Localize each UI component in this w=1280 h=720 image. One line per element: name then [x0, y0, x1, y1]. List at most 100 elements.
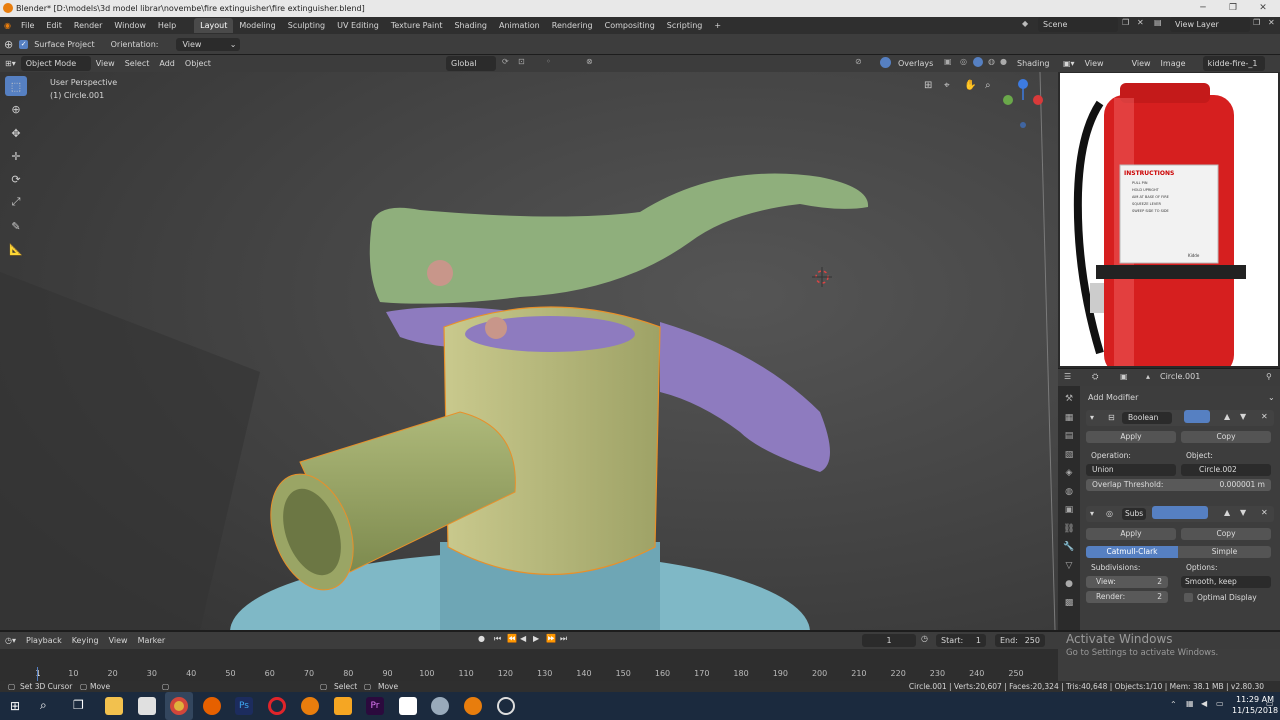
menu-render[interactable]: Render [68, 17, 108, 34]
timeline-menu-view[interactable]: View [104, 633, 133, 648]
timeline-menu-playback[interactable]: Playback [21, 633, 67, 648]
timeline-editor-icon[interactable]: ◷▾ [0, 633, 21, 648]
modifier-visibility-icons[interactable] [1184, 410, 1210, 423]
task-view-icon[interactable]: ❐ [73, 698, 84, 712]
new-view-layer-icon[interactable]: ❐ [1253, 18, 1260, 27]
orientation-dropdown[interactable]: View ⌄ [176, 37, 241, 51]
wireframe-shading-icon[interactable]: ◎ [960, 57, 967, 66]
pan-hand-icon[interactable]: ✋ [964, 80, 976, 91]
annotate-tool-icon[interactable]: ✎ [5, 216, 27, 236]
pivot-icon[interactable]: ⟳ [502, 57, 509, 66]
tab-tool-icon[interactable]: ⚒ [1058, 390, 1080, 409]
cursor-tool-icon[interactable]: ⊕ [5, 99, 27, 119]
tab-view-layer-icon[interactable]: ▧ [1058, 446, 1080, 465]
tab-scene-icon[interactable]: ◈ [1058, 464, 1080, 483]
subsurf-copy-button[interactable]: Copy [1181, 528, 1271, 540]
start-frame-field[interactable]: Start: 1 [936, 634, 986, 647]
scene-selector[interactable]: Scene [1038, 17, 1118, 32]
image-editor-type-icon[interactable]: ▣▾ [1058, 56, 1080, 71]
next-keyframe-icon[interactable]: ⏩ [546, 634, 556, 643]
collapse-icon[interactable]: ▾ [1090, 509, 1094, 518]
jump-start-icon[interactable]: ⏮ [494, 634, 501, 644]
maximize-button[interactable]: ❐ [1218, 0, 1248, 17]
mode-dropdown[interactable]: Object Mode [20, 56, 91, 71]
surface-project-checkbox[interactable]: ✓ [19, 39, 29, 49]
tab-animation[interactable]: Animation [493, 18, 546, 33]
3d-viewport[interactable]: User Perspective (1) Circle.001 ⊞ ⌖ ✋ ⌕ [0, 72, 1058, 630]
settings-app-icon[interactable] [431, 697, 449, 715]
xray-icon[interactable]: ▣ [944, 57, 952, 66]
store-icon[interactable] [138, 697, 156, 715]
windows-start-icon[interactable]: ⊞ [10, 699, 20, 713]
opera-icon[interactable] [268, 697, 286, 715]
solid-shading-icon[interactable] [973, 57, 983, 67]
document-icon[interactable] [399, 697, 417, 715]
add-modifier-dropdown[interactable]: Add Modifier [1088, 393, 1138, 402]
transform-orientation-dropdown[interactable]: Global [446, 56, 496, 71]
image-menu-view-2[interactable]: View [1127, 56, 1156, 71]
tab-output-icon[interactable]: ▤ [1058, 427, 1080, 446]
delete-view-layer-icon[interactable]: ✕ [1268, 18, 1275, 27]
viewport-menu-add[interactable]: Add [154, 56, 180, 71]
tab-texture-paint[interactable]: Texture Paint [385, 18, 449, 33]
persp-toggle-icon[interactable]: ⌖ [944, 80, 950, 91]
photoshop-icon[interactable]: Ps [235, 697, 253, 715]
uv-smooth-dropdown[interactable]: Smooth, keep corners [1181, 576, 1271, 588]
zoom-icon[interactable]: ⌕ [985, 80, 991, 91]
subsurf-apply-button[interactable]: Apply [1086, 528, 1176, 540]
tab-object-icon[interactable]: ▣ [1058, 501, 1080, 520]
record-icon[interactable]: ● [478, 634, 485, 643]
jump-end-icon[interactable]: ⏭ [560, 634, 567, 644]
add-workspace-button[interactable]: + [708, 18, 727, 33]
tab-material-icon[interactable]: ● [1058, 575, 1080, 594]
camera-view-icon[interactable]: ⊞ [924, 80, 932, 91]
rotate-tool-icon[interactable]: ⟳ [5, 169, 27, 189]
tray-chevron-icon[interactable]: ⌃ [1170, 700, 1177, 709]
measure-tool-icon[interactable]: 📐 [5, 239, 27, 259]
tab-scripting[interactable]: Scripting [661, 18, 709, 33]
boolean-apply-button[interactable]: Apply [1086, 431, 1176, 443]
optimal-display-checkbox[interactable] [1184, 593, 1193, 602]
tab-uv-editing[interactable]: UV Editing [331, 18, 385, 33]
minimize-button[interactable]: ─ [1188, 0, 1218, 17]
collapse-icon[interactable]: ▾ [1090, 413, 1094, 422]
modifier-visibility-icons[interactable] [1152, 506, 1208, 519]
new-scene-icon[interactable]: ❐ [1122, 18, 1129, 27]
file-explorer-icon[interactable] [105, 697, 123, 715]
remove-modifier-icon[interactable]: ✕ [1261, 508, 1268, 517]
render-levels-field[interactable]: Render: 2 [1086, 591, 1168, 603]
blender-icon-2[interactable] [464, 697, 482, 715]
visibility-icon[interactable]: ⊘ [855, 57, 862, 66]
delete-scene-icon[interactable]: ✕ [1137, 18, 1144, 27]
close-button[interactable]: ✕ [1248, 0, 1278, 17]
tab-texture-icon[interactable]: ▩ [1058, 594, 1080, 613]
tab-world-icon[interactable]: ◍ [1058, 483, 1080, 502]
network-icon[interactable]: ▦ [1186, 699, 1194, 708]
obs-icon[interactable] [497, 697, 515, 715]
prev-keyframe-icon[interactable]: ⏪ [507, 634, 517, 643]
view-levels-field[interactable]: View: 2 [1086, 576, 1168, 588]
transform-tool-icon[interactable]: ✥ [5, 123, 27, 143]
current-frame-field[interactable]: 1 [862, 634, 916, 647]
menu-file[interactable]: File [15, 17, 40, 34]
move-tool-icon[interactable]: ✛ [5, 146, 27, 166]
preview-range-icon[interactable]: ◷ [921, 634, 928, 643]
pin-icon[interactable]: ⚲ [1266, 372, 1272, 381]
properties-editor-icon[interactable]: ☰ [1064, 372, 1071, 381]
overlays-toggle-icon[interactable] [880, 57, 891, 68]
tab-rendering[interactable]: Rendering [546, 18, 599, 33]
tab-constraints-icon[interactable]: ⛓ [1058, 520, 1080, 539]
boolean-name-field[interactable]: Boolean [1122, 412, 1172, 424]
menu-help[interactable]: Help [152, 17, 182, 34]
notifications-icon[interactable]: ▭ [1266, 699, 1274, 708]
image-menu-view[interactable]: View [1080, 56, 1109, 71]
image-menu-image[interactable]: Image [1156, 56, 1191, 71]
view-layer-selector[interactable]: View Layer [1170, 17, 1250, 32]
overlays-dropdown[interactable]: Overlays [893, 56, 938, 71]
tab-data-icon[interactable]: ▽ [1058, 557, 1080, 576]
menu-edit[interactable]: Edit [40, 17, 68, 34]
timeline-menu-keying[interactable]: Keying [67, 633, 104, 648]
playhead-line[interactable] [37, 667, 38, 681]
cursor-tool-icon[interactable]: ⊕ [4, 38, 13, 51]
move-up-icon[interactable]: ▲ [1224, 508, 1230, 517]
